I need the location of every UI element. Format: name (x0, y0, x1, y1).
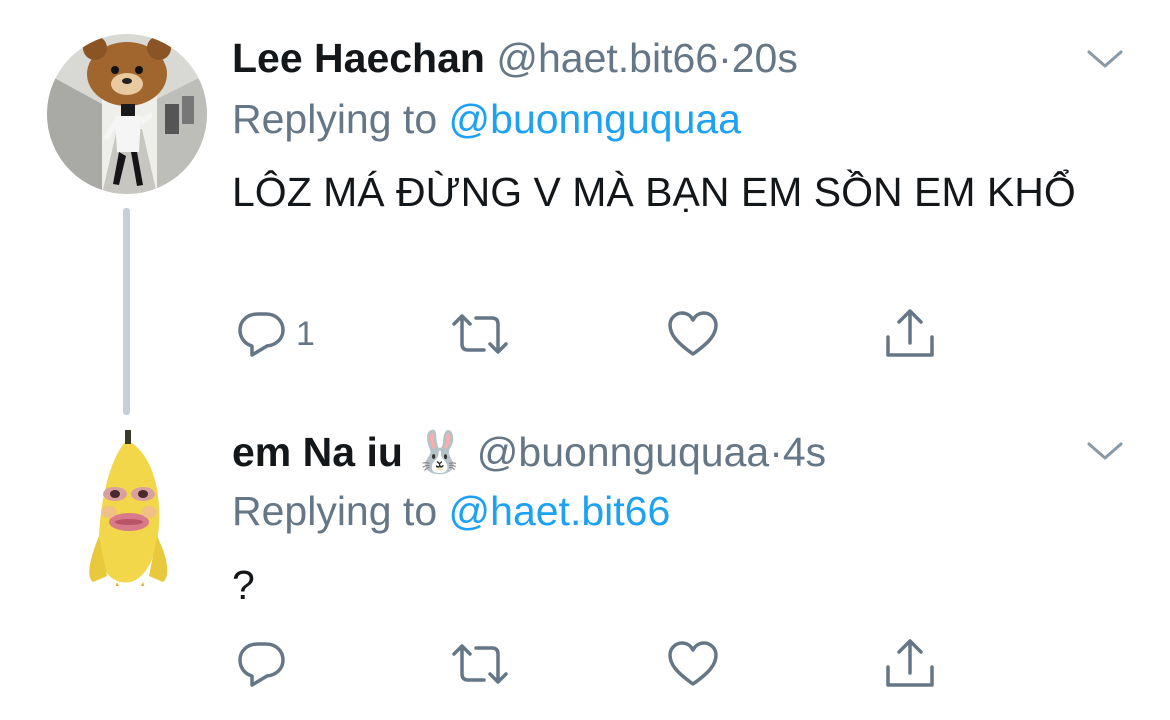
separator-dot: · (718, 35, 732, 81)
retweet-button[interactable] (450, 636, 510, 692)
reply-count: 1 (296, 314, 315, 353)
tweet-menu-button[interactable] (1085, 44, 1125, 74)
replying-mention-link[interactable]: @buonnguquaa (449, 96, 741, 142)
tweet-text: ? (232, 562, 255, 608)
tweet-1[interactable]: Lee Haechan @haet.bit66·20s Replying to … (0, 0, 1170, 400)
share-button[interactable] (884, 306, 936, 362)
reply-button[interactable]: 1 (236, 306, 315, 362)
replying-mention-link[interactable]: @haet.bit66 (449, 488, 671, 534)
display-name[interactable]: Lee Haechan (232, 35, 485, 81)
replying-to: Replying to @buonnguquaa (232, 95, 741, 143)
avatar[interactable] (47, 426, 207, 586)
share-icon (886, 309, 934, 357)
replying-prefix: Replying to (232, 96, 438, 142)
retweet-icon (452, 314, 508, 354)
replying-to: Replying to @haet.bit66 (232, 487, 670, 535)
avatar[interactable] (47, 34, 207, 194)
tweet-menu-button[interactable] (1085, 436, 1125, 466)
tweet-2[interactable]: em Na iu 🐰 @buonnguquaa·4s Replying to @… (0, 400, 1170, 720)
tweet-header: Lee Haechan @haet.bit66·20s (232, 34, 798, 82)
display-name[interactable]: em Na iu (232, 429, 403, 475)
retweet-button[interactable] (450, 306, 510, 362)
like-button[interactable] (666, 636, 720, 692)
share-button[interactable] (884, 636, 936, 692)
reply-button[interactable] (236, 636, 296, 692)
reply-icon (238, 642, 285, 687)
separator-dot: · (769, 429, 783, 475)
retweet-icon (452, 644, 508, 684)
share-icon (886, 639, 934, 687)
tweet-actions (232, 636, 952, 692)
user-handle[interactable]: @buonnguquaa (477, 429, 769, 475)
timestamp[interactable]: 20s (732, 35, 798, 81)
tweet-header: em Na iu 🐰 @buonnguquaa·4s (232, 428, 826, 476)
chevron-down-icon (1087, 442, 1123, 460)
tweet-actions: 1 (232, 306, 952, 362)
user-handle[interactable]: @haet.bit66 (496, 35, 718, 81)
like-icon (668, 641, 718, 686)
replying-prefix: Replying to (232, 488, 438, 534)
chevron-down-icon (1087, 50, 1123, 68)
rabbit-emoji-icon: 🐰 (414, 428, 466, 476)
like-button[interactable] (666, 306, 720, 362)
tweet-text: LÔZ MÁ ĐỪNG V MÀ BẠN EM SỒN EM KHỔ (232, 169, 1076, 215)
timestamp[interactable]: 4s (783, 429, 826, 475)
like-icon (668, 311, 718, 356)
reply-icon (238, 312, 285, 357)
